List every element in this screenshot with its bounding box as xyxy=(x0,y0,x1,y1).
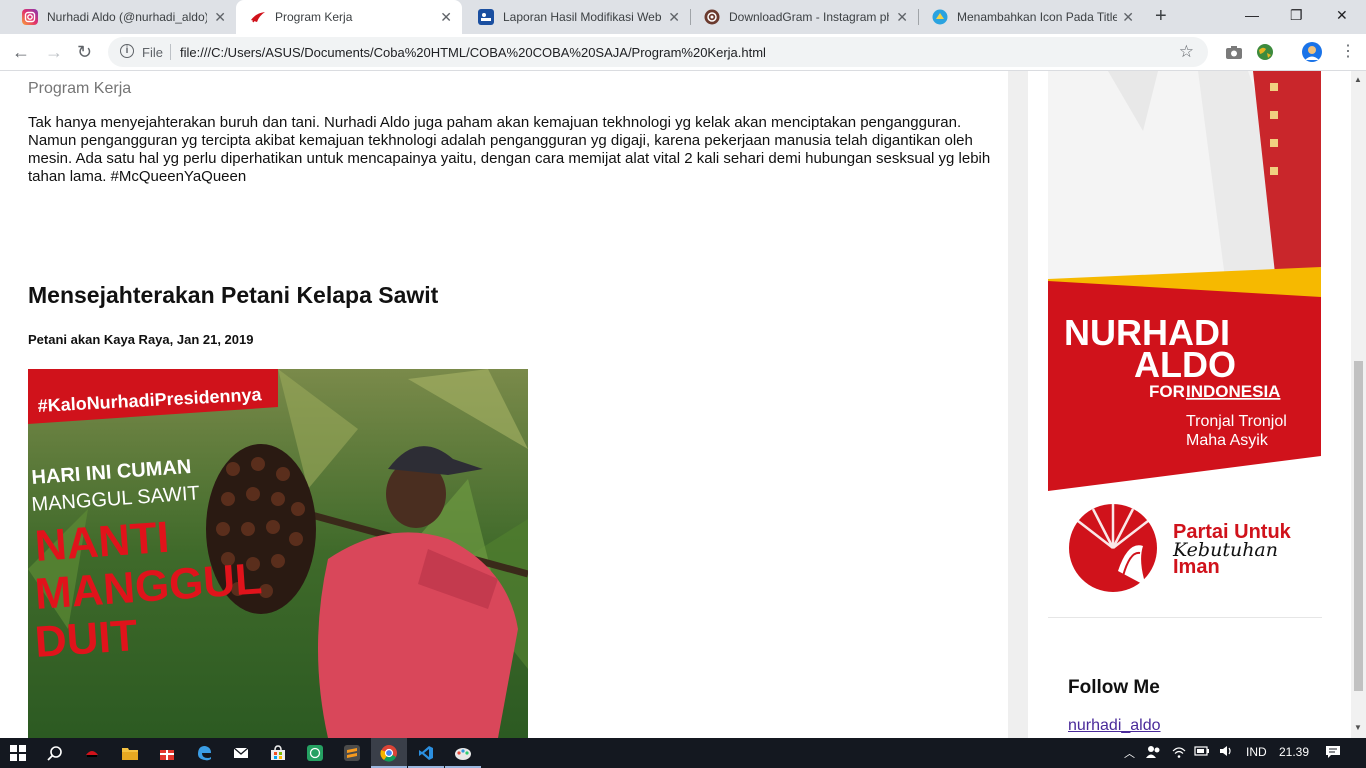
slogan-line-5: DUIT xyxy=(33,611,139,667)
menu-kebab-icon[interactable]: ⋮ xyxy=(1340,42,1356,62)
battery-icon[interactable] xyxy=(1194,745,1210,760)
gift-app-icon[interactable] xyxy=(157,743,177,763)
page-viewport: Program Kerja Tak hanya menyejahterakan … xyxy=(0,71,1366,738)
scroll-down-arrow-icon[interactable]: ▼ xyxy=(1354,723,1362,732)
address-bar[interactable]: i File file:///C:/Users/ASUS/Documents/C… xyxy=(108,37,1208,67)
blog-icon xyxy=(932,9,948,25)
profile-avatar[interactable] xyxy=(1302,42,1322,62)
page-scrollbar[interactable]: ▲ ▼ xyxy=(1351,71,1366,738)
windows-taskbar: ︿ IND 21.39 xyxy=(0,738,1366,768)
start-icon[interactable] xyxy=(8,743,28,763)
intro-paragraph: Tak hanya menyejahterakan buruh dan tani… xyxy=(28,114,991,185)
reload-button[interactable]: ↻ xyxy=(77,42,92,62)
chrome-icon[interactable] xyxy=(379,743,399,763)
tab-laporan[interactable]: Laporan Hasil Modifikasi Web ✕ xyxy=(464,0,690,34)
follow-heading: Follow Me xyxy=(1068,677,1160,698)
tab-title: Program Kerja xyxy=(275,10,353,24)
whatsapp-icon[interactable] xyxy=(305,743,325,763)
post-meta: Petani akan Kaya Raya, Jan 21, 2019 xyxy=(28,332,254,347)
globe-extension-icon[interactable] xyxy=(1256,43,1274,61)
edge-icon[interactable] xyxy=(194,743,214,763)
url-text[interactable]: file:///C:/Users/ASUS/Documents/Coba%20H… xyxy=(180,45,766,60)
bookmark-star-icon[interactable]: ☆ xyxy=(1179,42,1194,62)
paint-icon[interactable] xyxy=(453,743,473,763)
people-icon[interactable] xyxy=(1146,745,1162,762)
sidebar-divider xyxy=(1048,617,1322,618)
tab-title: Nurhadi Aldo (@nurhadi_aldo) xyxy=(47,10,207,24)
tab-instagram[interactable]: Nurhadi Aldo (@nurhadi_aldo) ✕ xyxy=(8,0,236,34)
poster-for: FOR xyxy=(1149,382,1185,401)
tab-strip: Nurhadi Aldo (@nurhadi_aldo) ✕ Program K… xyxy=(0,0,1366,34)
scroll-up-arrow-icon[interactable]: ▲ xyxy=(1354,75,1362,84)
volume-icon[interactable] xyxy=(1219,745,1233,760)
tab-title: DownloadGram - Instagram photo xyxy=(729,10,889,24)
tab-program-kerja[interactable]: Program Kerja ✕ xyxy=(236,0,462,34)
forward-button[interactable]: → xyxy=(45,42,63,62)
info-icon[interactable]: i xyxy=(120,44,134,58)
vscode-icon[interactable] xyxy=(416,743,436,763)
omnibox-separator xyxy=(170,44,171,60)
file-explorer-icon[interactable] xyxy=(120,743,140,763)
clock[interactable]: 21.39 xyxy=(1279,745,1309,759)
tab-downloadgram[interactable]: DownloadGram - Instagram photo ✕ xyxy=(690,0,918,34)
mail-icon[interactable] xyxy=(231,743,251,763)
nurhadi-logo-icon xyxy=(250,9,266,25)
close-tab-icon[interactable]: ✕ xyxy=(440,9,452,25)
sublime-icon[interactable] xyxy=(342,743,362,763)
close-tab-icon[interactable]: ✕ xyxy=(1122,9,1134,25)
tab-title: Menambahkan Icon Pada Title xyxy=(957,10,1117,24)
close-tab-icon[interactable]: ✕ xyxy=(214,9,226,25)
notification-icon[interactable] xyxy=(1325,745,1341,762)
poster-name-2: ALDO xyxy=(1134,344,1236,385)
poster-tagline-1: Tronjal Tronjol xyxy=(1186,413,1287,430)
follow-link[interactable]: nurhadi_aldo xyxy=(1068,717,1161,735)
tab-menambahkan-icon[interactable]: Menambahkan Icon Pada Title ✕ xyxy=(918,0,1144,34)
sidebar: NURHADI ALDO FOR INDONESIA Tronjal Tronj… xyxy=(1028,71,1352,738)
search-icon[interactable] xyxy=(45,743,65,763)
main-column: Program Kerja Tak hanya menyejahterakan … xyxy=(0,71,1008,738)
downloadgram-icon xyxy=(704,9,720,25)
poster-country: INDONESIA xyxy=(1186,382,1280,401)
post-title[interactable]: Mensejahterakan Petani Kelapa Sawit xyxy=(28,282,438,309)
minimize-button[interactable]: — xyxy=(1245,6,1259,24)
tab-title: Laporan Hasil Modifikasi Web xyxy=(503,10,662,24)
store-icon[interactable] xyxy=(268,743,288,763)
browser-toolbar: ← → ↻ i File file:///C:/Users/ASUS/Docum… xyxy=(0,34,1366,71)
poster-tagline-2: Maha Asyik xyxy=(1186,432,1269,449)
party-logo[interactable]: Partai Untuk Kebutuhan Iman xyxy=(1068,501,1308,596)
language-indicator[interactable]: IND xyxy=(1246,745,1267,759)
close-tab-icon[interactable]: ✕ xyxy=(896,9,908,25)
back-button[interactable]: ← xyxy=(12,42,30,62)
report-icon xyxy=(478,9,494,25)
scheme-label: File xyxy=(142,45,163,60)
close-window-button[interactable]: ✕ xyxy=(1336,6,1348,24)
post-image[interactable]: #KaloNurhadiPresidennya HARI INI CUMAN M… xyxy=(28,369,528,738)
instagram-icon xyxy=(22,9,38,25)
restore-button[interactable]: ❐ xyxy=(1290,6,1303,24)
app-icon[interactable] xyxy=(82,743,102,763)
wifi-icon[interactable] xyxy=(1172,745,1186,762)
tray-chevron-icon[interactable]: ︿ xyxy=(1124,745,1135,761)
close-tab-icon[interactable]: ✕ xyxy=(668,9,680,25)
campaign-poster[interactable]: NURHADI ALDO FOR INDONESIA Tronjal Tronj… xyxy=(1048,71,1321,491)
new-tab-button[interactable]: + xyxy=(1155,6,1167,26)
breadcrumb: Program Kerja xyxy=(28,80,132,97)
scrollbar-thumb[interactable] xyxy=(1354,361,1363,691)
camera-extension-icon[interactable] xyxy=(1225,43,1243,61)
party-line-3: Iman xyxy=(1173,556,1220,578)
